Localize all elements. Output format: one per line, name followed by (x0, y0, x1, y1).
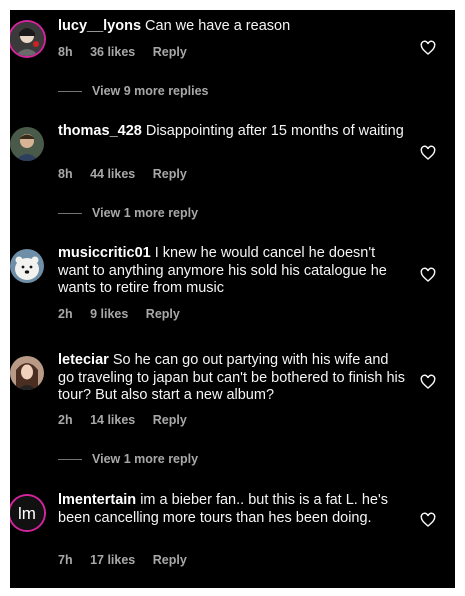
comment-meta: 2h 14 likes Reply (58, 413, 201, 427)
view-more-replies[interactable]: View 1 more reply (58, 206, 198, 220)
view-more-replies[interactable]: View 9 more replies (58, 84, 209, 98)
reply-button[interactable]: Reply (153, 45, 187, 59)
comment-time: 7h (58, 553, 73, 567)
view-more-label: View 9 more replies (92, 84, 209, 98)
comment-text-block: lucy__lyons Can we have a reason (58, 18, 408, 36)
user-avatar[interactable] (10, 249, 44, 283)
comment-text-block: leteciar So he can go out partying with … (58, 352, 408, 405)
divider-line (58, 459, 82, 461)
comment-likes[interactable]: 44 likes (90, 167, 135, 181)
comment-time: 8h (58, 45, 73, 59)
reply-button[interactable]: Reply (146, 307, 180, 321)
reply-button[interactable]: Reply (153, 167, 187, 181)
comment-username[interactable]: lucy__lyons (58, 18, 141, 34)
user-avatar[interactable] (10, 22, 44, 56)
view-more-label: View 1 more reply (92, 452, 199, 466)
divider-line (58, 91, 82, 93)
reply-button[interactable]: Reply (153, 413, 187, 427)
comment-text-block: thomas_428 Disappointing after 15 months… (58, 123, 408, 141)
divider-line (58, 213, 82, 215)
user-avatar[interactable] (10, 127, 44, 161)
comment-time: 8h (58, 167, 73, 181)
comment-time: 2h (58, 307, 73, 321)
comment-likes[interactable]: 17 likes (90, 553, 135, 567)
user-avatar[interactable]: lm (10, 496, 44, 530)
reply-button[interactable]: Reply (153, 553, 187, 567)
comment-text-block: musiccritic01 I knew he would cancel he … (58, 245, 408, 298)
view-more-replies[interactable]: View 1 more reply (58, 452, 198, 466)
view-more-label: View 1 more reply (92, 206, 199, 220)
heart-outline-icon[interactable] (420, 374, 436, 390)
heart-outline-icon[interactable] (420, 512, 436, 528)
comments-panel: lucy__lyons Can we have a reason 8h 36 l… (10, 10, 455, 588)
comment-meta: 8h 36 likes Reply (58, 45, 201, 59)
comment-text: Disappointing after 15 months of waiting (145, 123, 404, 139)
comment-meta: 2h 9 likes Reply (58, 307, 194, 321)
heart-outline-icon[interactable] (420, 267, 436, 283)
comment-time: 2h (58, 413, 73, 427)
user-avatar[interactable] (10, 356, 44, 390)
comment-likes[interactable]: 14 likes (90, 413, 135, 427)
comment-meta: 8h 44 likes Reply (58, 167, 201, 181)
comment-username[interactable]: lmentertain (58, 492, 136, 508)
comment-text-block: lmentertain im a bieber fan.. but this i… (58, 492, 408, 527)
comment-text: So he can go out partying with his wife … (58, 352, 405, 403)
heart-outline-icon[interactable] (420, 145, 436, 161)
comment-likes[interactable]: 36 likes (90, 45, 135, 59)
comment-username[interactable]: musiccritic01 (58, 245, 151, 261)
comment-username[interactable]: thomas_428 (58, 123, 142, 139)
heart-outline-icon[interactable] (420, 40, 436, 56)
comment-username[interactable]: leteciar (58, 352, 109, 368)
comment-meta: 7h 17 likes Reply (58, 553, 201, 567)
comment-text: Can we have a reason (145, 18, 291, 34)
lm-logo-text: lm (18, 504, 36, 523)
comment-likes[interactable]: 9 likes (90, 307, 128, 321)
